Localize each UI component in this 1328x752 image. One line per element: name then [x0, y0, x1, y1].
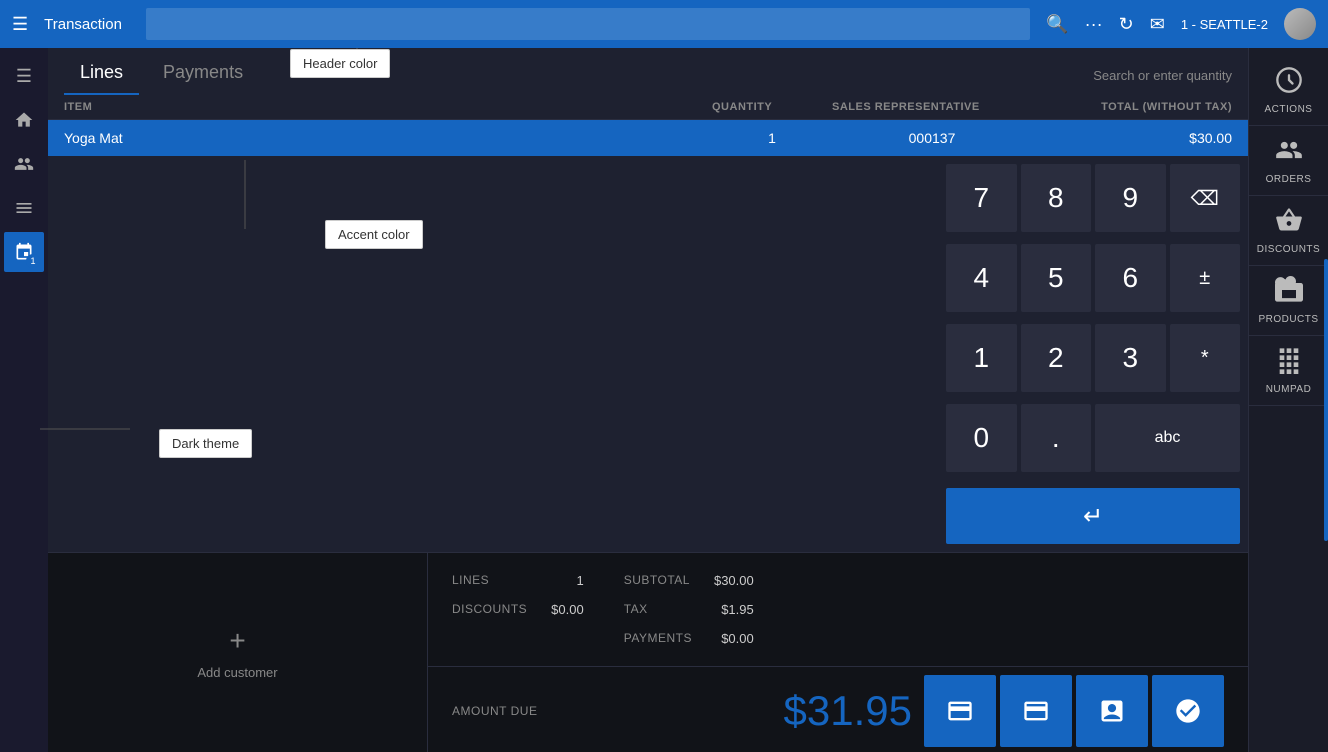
- more-icon[interactable]: ···: [1085, 14, 1103, 35]
- payments-label: PAYMENTS: [624, 631, 692, 646]
- pay-other-button[interactable]: [1152, 675, 1224, 747]
- actions-icon: [1275, 66, 1303, 100]
- num-multiply[interactable]: *: [1170, 324, 1241, 392]
- subtotal-row: SUBTOTAL $30.00: [624, 569, 754, 592]
- tax-value: $1.95: [721, 602, 754, 617]
- num-1[interactable]: 1: [946, 324, 1017, 392]
- numpad-area: 7 8 9 ⌫ 4 5 6 ± 1 2 3 * 0 . abc: [938, 156, 1248, 552]
- lines-row: LINES 1: [452, 569, 584, 592]
- search-icon[interactable]: 🔍: [1046, 14, 1068, 35]
- payments-row: PAYMENTS $0.00: [624, 627, 754, 650]
- numpad-panel-item[interactable]: NUMPAD: [1249, 336, 1328, 406]
- num-3[interactable]: 3: [1095, 324, 1166, 392]
- num-6[interactable]: 6: [1095, 244, 1166, 312]
- orders-icon: [1275, 136, 1303, 170]
- discounts-row: DISCOUNTS $0.00: [452, 598, 584, 621]
- numpad-icon: [1275, 346, 1303, 380]
- num-decimal[interactable]: .: [1021, 404, 1092, 472]
- sidebar-item-home[interactable]: [4, 100, 44, 140]
- col-rep: SALES REPRESENTATIVE: [832, 101, 1032, 113]
- amount-due-value: $31.95: [784, 687, 912, 735]
- col-item: ITEM: [64, 101, 712, 113]
- table-header: ITEM QUANTITY SALES REPRESENTATIVE TOTAL…: [48, 95, 1248, 120]
- search-input[interactable]: [146, 8, 1030, 40]
- discounts-value: $0.00: [551, 602, 584, 617]
- num-8[interactable]: 8: [1021, 164, 1092, 232]
- sidebar-badge: 1: [26, 254, 40, 268]
- num-2[interactable]: 2: [1021, 324, 1092, 392]
- sidebar-item-menu[interactable]: ☰: [4, 56, 44, 96]
- lines-label: LINES: [452, 573, 489, 588]
- refresh-icon[interactable]: ↻: [1119, 14, 1134, 35]
- table-row[interactable]: Yoga Mat 1 000137 $30.00: [48, 120, 1248, 156]
- subtotal-label: SUBTOTAL: [624, 573, 690, 588]
- num-backspace[interactable]: ⌫: [1170, 164, 1241, 232]
- discounts-label: DISCOUNTS: [452, 602, 527, 617]
- num-9[interactable]: 9: [1095, 164, 1166, 232]
- message-icon[interactable]: ✉: [1150, 14, 1165, 35]
- pay-split-button[interactable]: [1076, 675, 1148, 747]
- amount-due-label: AMOUNT DUE: [452, 704, 537, 718]
- right-panel: ACTIONS ORDERS DISCOUNTS PRODUCTS: [1248, 48, 1328, 752]
- payment-buttons: [924, 675, 1224, 747]
- num-enter[interactable]: ↵: [946, 488, 1240, 544]
- app-title: Transaction: [44, 16, 122, 33]
- pay-card-button[interactable]: [1000, 675, 1072, 747]
- sidebar-item-pos[interactable]: 1: [4, 232, 44, 272]
- orders-label: ORDERS: [1266, 174, 1312, 185]
- numpad-label: NUMPAD: [1266, 384, 1312, 395]
- lines-area: [48, 156, 938, 552]
- num-abc[interactable]: abc: [1095, 404, 1240, 472]
- orders-panel-item[interactable]: ORDERS: [1249, 126, 1328, 196]
- bottom-summary: LINES 1 DISCOUNTS $0.00 SUBTOT: [428, 553, 1248, 666]
- subtotal-value: $30.00: [714, 573, 754, 588]
- numpad-grid: 7 8 9 ⌫ 4 5 6 ± 1 2 3 * 0 . abc: [946, 164, 1240, 480]
- top-bar-actions: 🔍 ··· ↻ ✉ 1 - SEATTLE-2: [1046, 8, 1316, 40]
- cell-total: $30.00: [1032, 130, 1232, 146]
- sidebar: ☰ 1: [0, 48, 48, 752]
- add-customer-button[interactable]: + Add customer: [48, 553, 428, 752]
- scroll-indicator: [1324, 259, 1328, 541]
- tabs-bar: Lines Payments Search or enter quantity: [48, 48, 1248, 95]
- discounts-label: DISCOUNTS: [1257, 244, 1320, 255]
- top-bar: ☰ Transaction 🔍 ··· ↻ ✉ 1 - SEATTLE-2: [0, 0, 1328, 48]
- pay-cash-button[interactable]: [924, 675, 996, 747]
- tab-lines[interactable]: Lines: [64, 48, 139, 95]
- tax-label: TAX: [624, 602, 648, 617]
- cell-quantity: 1: [712, 130, 832, 146]
- add-customer-label: Add customer: [197, 665, 277, 680]
- bottom-bar: + Add customer LINES 1 DISC: [48, 552, 1248, 752]
- payments-value: $0.00: [721, 631, 754, 646]
- discounts-icon: [1275, 206, 1303, 240]
- discounts-panel-item[interactable]: DISCOUNTS: [1249, 196, 1328, 266]
- actions-panel-item[interactable]: ACTIONS: [1249, 56, 1328, 126]
- middle-row: 7 8 9 ⌫ 4 5 6 ± 1 2 3 * 0 . abc: [48, 156, 1248, 552]
- tab-payments[interactable]: Payments: [147, 48, 259, 95]
- avatar[interactable]: [1284, 8, 1316, 40]
- menu-icon[interactable]: ☰: [12, 14, 28, 35]
- add-customer-icon: +: [229, 625, 245, 657]
- content-area: Lines Payments Search or enter quantity …: [48, 48, 1248, 752]
- cell-item: Yoga Mat: [64, 130, 712, 146]
- num-4[interactable]: 4: [946, 244, 1017, 312]
- num-plusminus[interactable]: ±: [1170, 244, 1241, 312]
- products-icon: [1275, 276, 1303, 310]
- sidebar-item-customers[interactable]: [4, 144, 44, 184]
- products-panel-item[interactable]: PRODUCTS: [1249, 266, 1328, 336]
- products-label: PRODUCTS: [1258, 314, 1318, 325]
- search-quantity-label: Search or enter quantity: [1093, 68, 1232, 95]
- sidebar-item-list[interactable]: [4, 188, 44, 228]
- num-5[interactable]: 5: [1021, 244, 1092, 312]
- lines-value: 1: [576, 573, 583, 588]
- store-label: 1 - SEATTLE-2: [1181, 17, 1268, 32]
- num-7[interactable]: 7: [946, 164, 1017, 232]
- cell-rep: 000137: [832, 130, 1032, 146]
- num-0[interactable]: 0: [946, 404, 1017, 472]
- actions-label: ACTIONS: [1265, 104, 1313, 115]
- col-quantity: QUANTITY: [712, 101, 832, 113]
- col-total: TOTAL (WITHOUT TAX): [1032, 101, 1232, 113]
- tax-row: TAX $1.95: [624, 598, 754, 621]
